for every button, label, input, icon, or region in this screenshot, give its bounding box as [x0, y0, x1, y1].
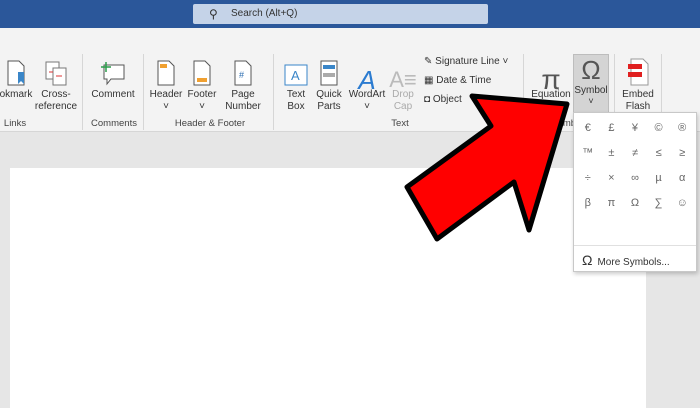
- red-arrow-annotation: [404, 93, 570, 242]
